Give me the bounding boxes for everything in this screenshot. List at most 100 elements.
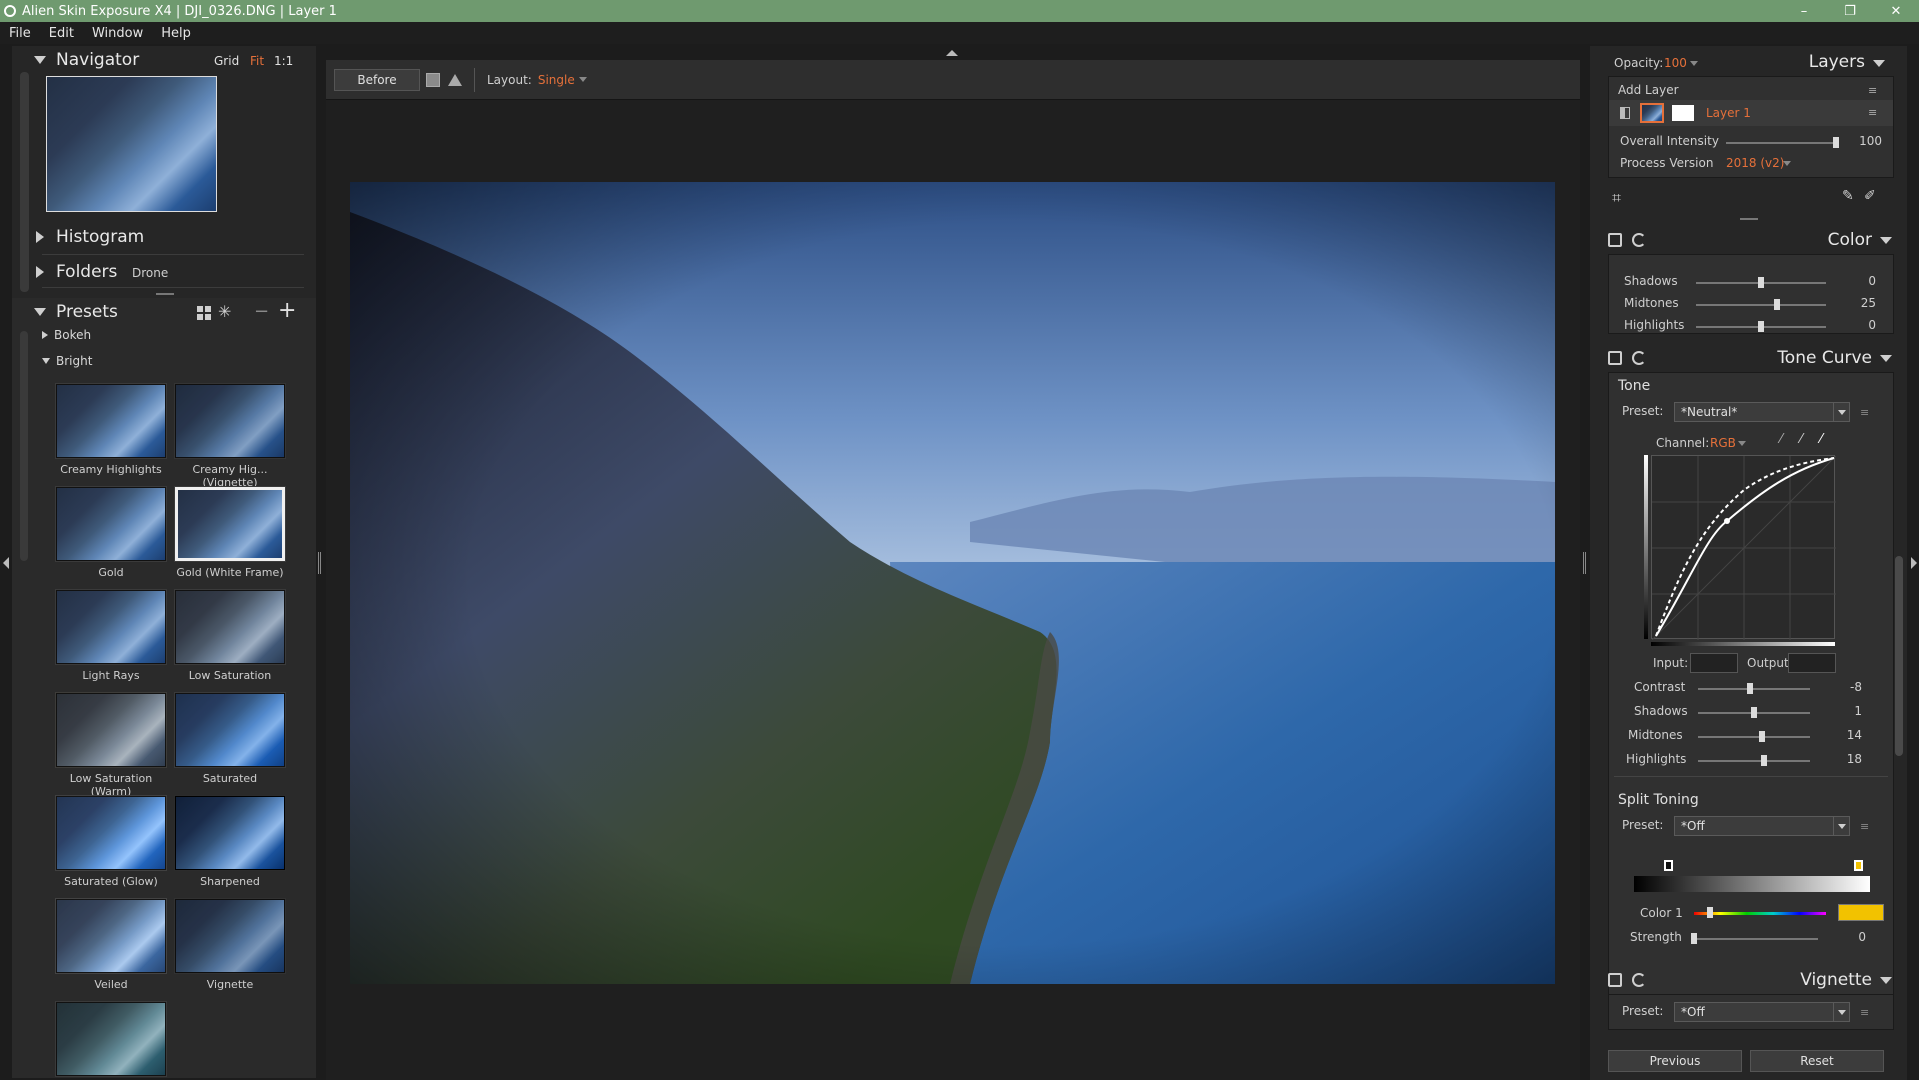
overall-intensity-slider[interactable] (1726, 137, 1839, 148)
collapse-icon[interactable] (1880, 236, 1892, 244)
process-version-value[interactable]: 2018 (v2) (1726, 156, 1784, 170)
slider-knob[interactable] (1758, 277, 1764, 288)
menu-icon[interactable]: ≡ (1868, 106, 1877, 119)
slider-knob[interactable] (1833, 137, 1839, 148)
previous-button[interactable]: Previous (1608, 1050, 1742, 1072)
close-icon[interactable]: ✕ (1873, 0, 1919, 22)
preset-thumbnail[interactable] (56, 1002, 166, 1076)
toggle-icon[interactable] (1608, 351, 1622, 365)
eyedropper-gray-icon[interactable]: ⁄ (1800, 432, 1802, 447)
reset-icon[interactable] (1632, 351, 1646, 365)
brush-icon[interactable]: ✐ (1864, 188, 1876, 204)
folders-current[interactable]: Drone (132, 266, 168, 280)
navigator-preview[interactable] (46, 76, 217, 212)
left-splitter-handle[interactable] (318, 552, 321, 574)
nav-mode-fit[interactable]: Fit (250, 54, 264, 68)
menu-icon[interactable]: ≡ (1860, 406, 1869, 419)
slider-knob[interactable] (1773, 299, 1780, 310)
split-preset-dropdown[interactable]: *Off (1674, 816, 1850, 836)
eyedropper-white-icon[interactable]: ⁄ (1820, 432, 1822, 447)
overall-intensity-value[interactable]: 100 (1846, 134, 1882, 148)
collapse-top-icon[interactable] (946, 50, 958, 56)
color1-swatch[interactable] (1838, 904, 1884, 921)
preset-thumbnail[interactable] (175, 384, 285, 458)
menu-icon[interactable]: ≡ (1868, 84, 1877, 97)
collapse-left-panel-icon[interactable] (3, 557, 9, 569)
slider-knob[interactable] (1751, 707, 1757, 718)
opacity-value[interactable]: 100 (1664, 56, 1687, 70)
left-scrollbar[interactable] (20, 72, 29, 292)
menu-file[interactable]: File (0, 26, 40, 41)
layer-mask-thumbnail[interactable] (1672, 105, 1694, 121)
color-midtones-value[interactable]: 25 (1840, 296, 1876, 310)
highlight-color-marker[interactable] (1854, 860, 1863, 871)
crop-icon[interactable]: ⌗ (1612, 188, 1621, 208)
color-header[interactable]: Color (1602, 226, 1894, 254)
collapse-right-panel-icon[interactable] (1911, 557, 1917, 569)
preset-thumbnail[interactable] (56, 384, 166, 458)
before-button[interactable]: Before (334, 68, 420, 91)
tone-highlights-value[interactable]: 18 (1826, 752, 1862, 766)
slider-knob[interactable] (1758, 321, 1764, 332)
slider-knob[interactable] (1691, 933, 1697, 944)
right-scrollbar[interactable] (1895, 556, 1903, 756)
panel-resize-handle[interactable] (156, 293, 174, 295)
slider-knob[interactable] (1761, 755, 1768, 766)
preset-group-bokeh[interactable]: Bokeh (42, 328, 91, 342)
color-shadows-slider[interactable] (1696, 277, 1826, 288)
presets-header[interactable]: Presets (34, 302, 118, 322)
toggle-icon[interactable] (1608, 233, 1622, 247)
preset-thumbnail[interactable] (56, 796, 166, 870)
color1-hue-slider[interactable] (1694, 907, 1826, 918)
chevron-down-icon[interactable] (1738, 441, 1746, 446)
tone-preset-dropdown[interactable]: *Neutral* (1674, 402, 1850, 422)
preset-thumbnail[interactable] (56, 487, 166, 561)
menu-window[interactable]: Window (83, 26, 152, 41)
preset-thumbnail[interactable] (56, 693, 166, 767)
tone-contrast-slider[interactable] (1698, 683, 1810, 694)
vignette-header[interactable]: Vignette (1602, 966, 1894, 994)
remove-preset-icon[interactable]: − (254, 301, 269, 322)
chevron-down-icon[interactable] (578, 77, 587, 82)
main-photo[interactable] (350, 182, 1555, 984)
input-field[interactable] (1690, 653, 1738, 673)
pencil-icon[interactable]: ✎ (1842, 188, 1854, 204)
vignette-preset-dropdown[interactable]: *Off (1674, 1002, 1850, 1022)
layer-thumbnail[interactable] (1640, 103, 1664, 123)
strength-slider[interactable] (1691, 933, 1818, 944)
chevron-down-icon[interactable] (1783, 161, 1791, 166)
collapse-icon[interactable] (1880, 354, 1892, 362)
collapse-icon[interactable] (1873, 60, 1885, 67)
grid-view-icon[interactable] (197, 306, 211, 320)
curve-graph[interactable] (1651, 455, 1837, 641)
preset-thumbnail[interactable] (175, 899, 285, 973)
panel-resize-handle[interactable] (1740, 218, 1758, 220)
right-splitter-handle[interactable] (1583, 552, 1586, 574)
layer-name[interactable]: Layer 1 (1706, 106, 1751, 120)
tone-highlights-slider[interactable] (1698, 755, 1810, 766)
before-after-square-icon[interactable] (426, 72, 440, 87)
tone-curve-header[interactable]: Tone Curve (1602, 344, 1894, 372)
output-field[interactable] (1788, 653, 1836, 673)
preset-thumbnail[interactable] (175, 590, 285, 664)
histogram-header[interactable]: Histogram (36, 227, 144, 247)
nav-mode-1-1[interactable]: 1:1 (274, 54, 293, 68)
minimize-icon[interactable]: – (1781, 0, 1827, 22)
preset-thumbnail[interactable] (175, 693, 285, 767)
slider-knob[interactable] (1746, 683, 1753, 694)
color-midtones-slider[interactable] (1696, 299, 1826, 310)
tone-shadows-slider[interactable] (1698, 707, 1810, 718)
reset-button[interactable]: Reset (1750, 1050, 1884, 1072)
chevron-down-icon[interactable] (1690, 61, 1698, 66)
tone-midtones-value[interactable]: 14 (1826, 728, 1862, 742)
layout-dropdown[interactable]: Single (538, 73, 575, 87)
add-layer-button[interactable]: Add Layer (1618, 83, 1679, 97)
preset-thumbnail[interactable] (56, 899, 166, 973)
shadow-color-marker[interactable] (1664, 860, 1673, 871)
menu-help[interactable]: Help (152, 26, 200, 41)
reset-icon[interactable] (1632, 973, 1646, 987)
menu-icon[interactable]: ≡ (1860, 820, 1869, 833)
reset-icon[interactable] (1632, 233, 1646, 247)
navigator-header[interactable]: Navigator (34, 50, 139, 70)
preset-thumbnail[interactable] (56, 590, 166, 664)
